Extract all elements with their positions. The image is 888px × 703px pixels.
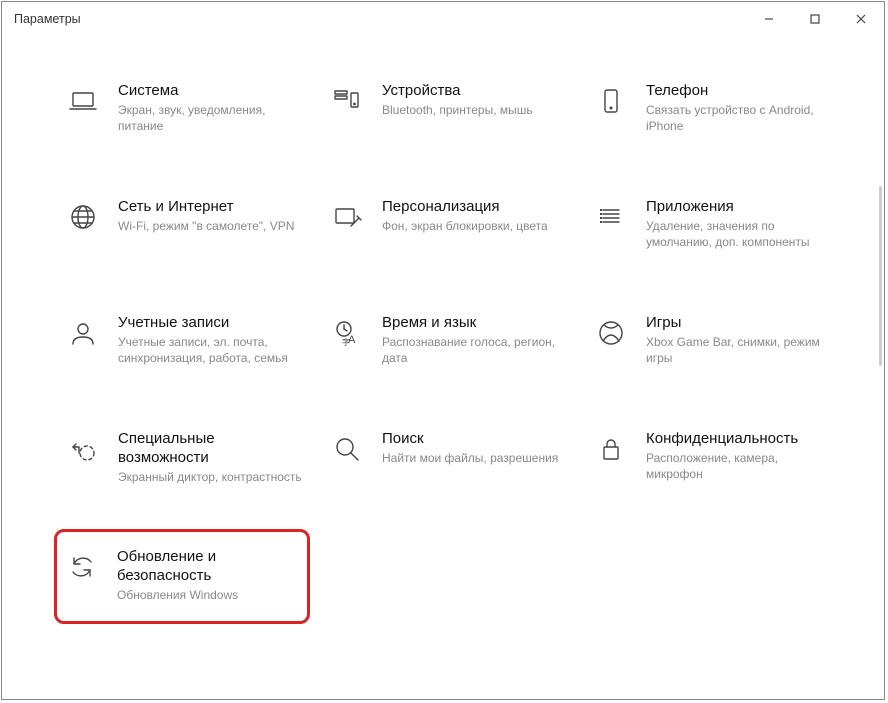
- tile-text: ИгрыXbox Game Bar, снимки, режим игры: [646, 314, 834, 366]
- sync-icon: [65, 550, 99, 584]
- window-controls: [746, 2, 884, 36]
- close-button[interactable]: [838, 2, 884, 36]
- settings-tile-system[interactable]: СистемаЭкран, звук, уведомления, питание: [62, 76, 310, 140]
- tile-text: СистемаЭкран, звук, уведомления, питание: [118, 82, 306, 134]
- tile-text: ТелефонСвязать устройство с Android, iPh…: [646, 82, 834, 134]
- settings-tile-personalization[interactable]: ПерсонализацияФон, экран блокировки, цве…: [326, 192, 574, 256]
- tile-text: КонфиденциальностьРасположение, камера, …: [646, 430, 834, 482]
- settings-tile-gaming[interactable]: ИгрыXbox Game Bar, снимки, режим игры: [590, 308, 838, 372]
- tile-description: Экранный диктор, контрастность: [118, 469, 306, 485]
- devices-icon: [330, 84, 364, 118]
- settings-tile-accounts[interactable]: Учетные записиУчетные записи, эл. почта,…: [62, 308, 310, 372]
- phone-icon: [594, 84, 628, 118]
- tile-text: УстройстваBluetooth, принтеры, мышь: [382, 82, 533, 118]
- tile-text: ПерсонализацияФон, экран блокировки, цве…: [382, 198, 548, 234]
- tile-text: Обновление и безопасностьОбновления Wind…: [117, 548, 297, 603]
- tile-text: Специальные возможностиЭкранный диктор, …: [118, 430, 306, 485]
- window-title: Параметры: [14, 12, 81, 26]
- settings-tile-apps[interactable]: ПриложенияУдаление, значения по умолчани…: [590, 192, 838, 256]
- tile-text: Учетные записиУчетные записи, эл. почта,…: [118, 314, 306, 366]
- tile-text: Сеть и ИнтернетWi-Fi, режим "в самолете"…: [118, 198, 294, 234]
- settings-tile-search[interactable]: ПоискНайти мои файлы, разрешения: [326, 424, 574, 491]
- pen-screen-icon: [330, 200, 364, 234]
- scrollbar[interactable]: [879, 186, 882, 366]
- tile-text: ПоискНайти мои файлы, разрешения: [382, 430, 558, 466]
- apps-icon: [594, 200, 628, 234]
- settings-tile-privacy[interactable]: КонфиденциальностьРасположение, камера, …: [590, 424, 838, 491]
- tile-description: Bluetooth, принтеры, мышь: [382, 102, 533, 118]
- settings-tile-phone[interactable]: ТелефонСвязать устройство с Android, iPh…: [590, 76, 838, 140]
- person-icon: [66, 316, 100, 350]
- tile-title: Игры: [646, 314, 834, 333]
- globe-icon: [66, 200, 100, 234]
- maximize-button[interactable]: [792, 2, 838, 36]
- tile-title: Приложения: [646, 198, 834, 217]
- titlebar: Параметры: [2, 2, 884, 36]
- tile-description: Удаление, значения по умолчанию, доп. ко…: [646, 218, 834, 250]
- tile-title: Устройства: [382, 82, 533, 101]
- tile-title: Персонализация: [382, 198, 548, 217]
- tile-title: Телефон: [646, 82, 834, 101]
- search-icon: [330, 432, 364, 466]
- xbox-icon: [594, 316, 628, 350]
- time-lang-icon: [330, 316, 364, 350]
- settings-window: Параметры СистемаЭкран, звук, уведомлени…: [1, 1, 885, 700]
- settings-tile-time[interactable]: Время и языкРаспознавание голоса, регион…: [326, 308, 574, 372]
- tile-description: Учетные записи, эл. почта, синхронизация…: [118, 334, 306, 366]
- tile-title: Обновление и безопасность: [117, 548, 297, 586]
- tile-title: Поиск: [382, 430, 558, 449]
- tile-description: Wi-Fi, режим "в самолете", VPN: [118, 218, 294, 234]
- tile-title: Сеть и Интернет: [118, 198, 294, 217]
- tile-title: Система: [118, 82, 306, 101]
- settings-tile-network[interactable]: Сеть и ИнтернетWi-Fi, режим "в самолете"…: [62, 192, 310, 256]
- tile-title: Время и язык: [382, 314, 570, 333]
- tile-description: Расположение, камера, микрофон: [646, 450, 834, 482]
- lock-icon: [594, 432, 628, 466]
- settings-grid: СистемаЭкран, звук, уведомления, питание…: [2, 36, 884, 699]
- laptop-icon: [66, 84, 100, 118]
- tile-title: Специальные возможности: [118, 430, 306, 468]
- tile-title: Учетные записи: [118, 314, 306, 333]
- tile-description: Xbox Game Bar, снимки, режим игры: [646, 334, 834, 366]
- accessibility-icon: [66, 432, 100, 466]
- tile-description: Распознавание голоса, регион, дата: [382, 334, 570, 366]
- tile-description: Обновления Windows: [117, 587, 297, 603]
- settings-tile-update[interactable]: Обновление и безопасностьОбновления Wind…: [54, 529, 310, 624]
- minimize-button[interactable]: [746, 2, 792, 36]
- tile-description: Экран, звук, уведомления, питание: [118, 102, 306, 134]
- tile-description: Найти мои файлы, разрешения: [382, 450, 558, 466]
- settings-tile-accessibility[interactable]: Специальные возможностиЭкранный диктор, …: [62, 424, 310, 491]
- tile-title: Конфиденциальность: [646, 430, 834, 449]
- tile-text: Время и языкРаспознавание голоса, регион…: [382, 314, 570, 366]
- tile-description: Фон, экран блокировки, цвета: [382, 218, 548, 234]
- settings-tile-devices[interactable]: УстройстваBluetooth, принтеры, мышь: [326, 76, 574, 140]
- tile-text: ПриложенияУдаление, значения по умолчани…: [646, 198, 834, 250]
- tile-description: Связать устройство с Android, iPhone: [646, 102, 834, 134]
